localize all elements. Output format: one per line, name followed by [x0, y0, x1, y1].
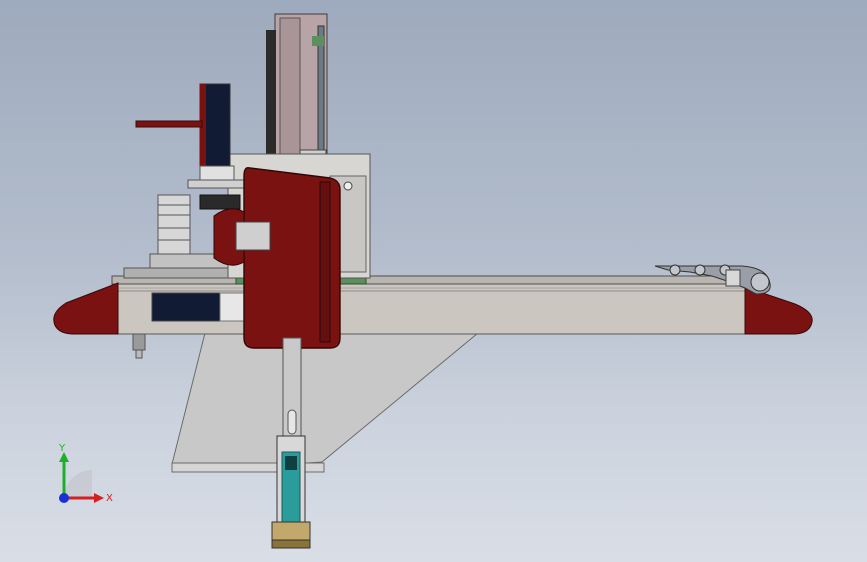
guard-box: [151, 292, 221, 322]
column-green-bit: [312, 36, 324, 46]
coordinate-triad: Y X: [58, 443, 113, 504]
gripper-body: [132, 333, 146, 351]
cylinder-base: [271, 521, 311, 543]
cabinet-knob: [343, 181, 353, 191]
gantry-assembly-model[interactable]: [0, 0, 867, 562]
z-axis-slot: [287, 409, 297, 435]
motor-arm: [135, 120, 203, 128]
cylinder-foot: [271, 539, 311, 549]
chain-link: [750, 272, 770, 292]
cad-viewport[interactable]: Y X: [0, 0, 867, 562]
y-axis-label: Y: [58, 443, 66, 454]
z-axis-dot: [59, 493, 69, 503]
triad-arc: [64, 470, 92, 498]
gripper-tip: [135, 349, 143, 359]
chain-link: [694, 264, 706, 276]
chain-bracket: [725, 269, 741, 287]
x-axis-arrowhead: [94, 493, 104, 503]
support-plate: [171, 332, 480, 473]
left-end-cap: [53, 282, 119, 335]
motor-collar: [199, 165, 235, 181]
guard-cylinder: [219, 292, 245, 322]
chain-link: [669, 264, 681, 276]
cylinder-window: [285, 456, 297, 470]
gear-ring: [199, 194, 241, 210]
stack-block: [157, 194, 191, 256]
carriage-edge: [319, 181, 331, 343]
x-axis-label: X: [106, 493, 113, 504]
motor-flange: [187, 179, 251, 189]
carriage-bracket: [235, 221, 271, 251]
